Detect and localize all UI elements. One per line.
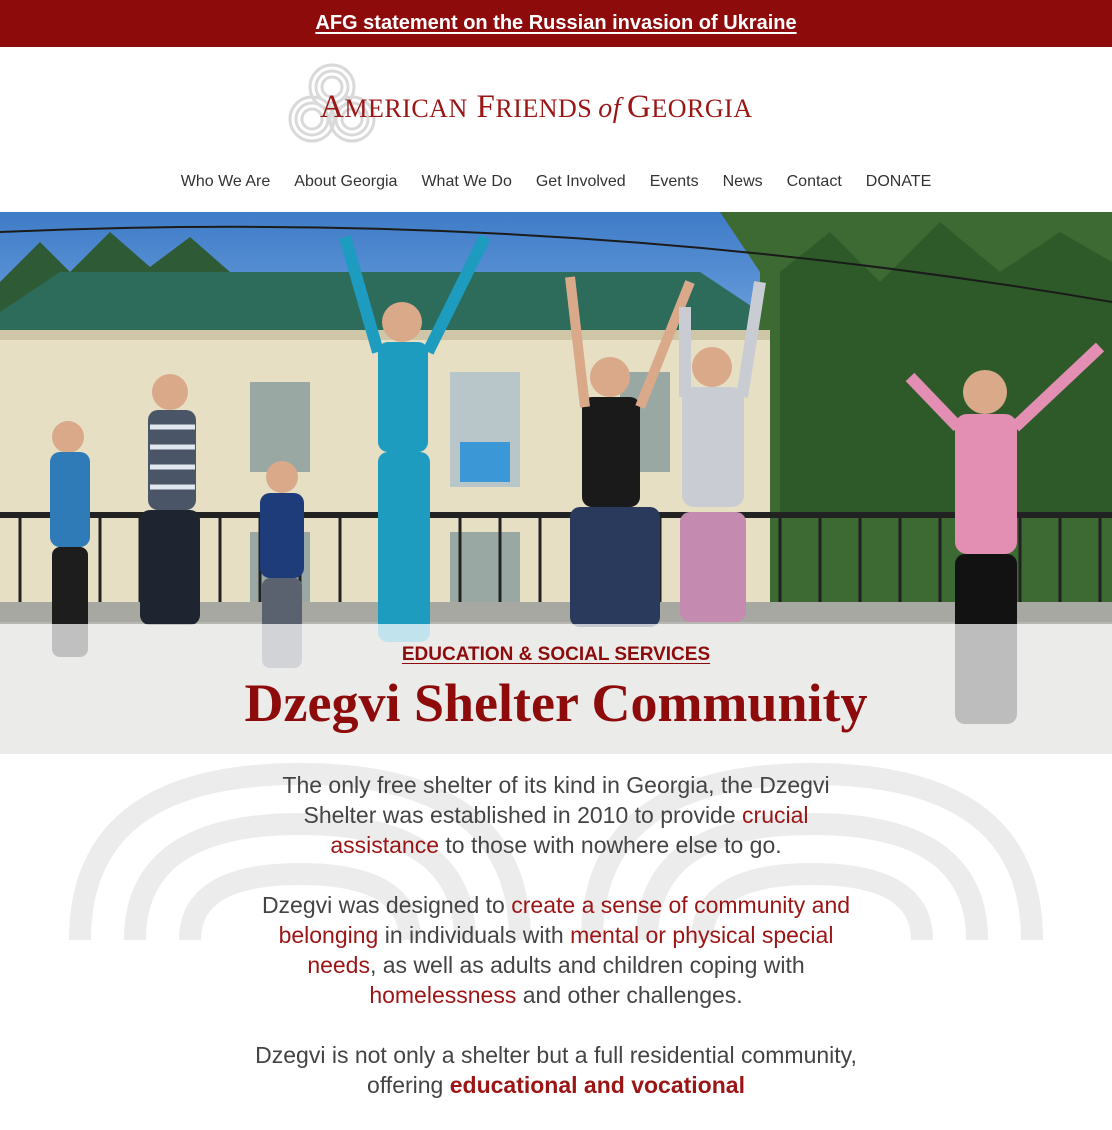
logo-wordmark: AMERICAN FRIENDS of GEORGIA bbox=[320, 88, 753, 125]
nav-donate[interactable]: DONATE bbox=[866, 168, 931, 196]
nav-what-we-do[interactable]: What We Do bbox=[421, 168, 511, 196]
nav-news[interactable]: News bbox=[723, 168, 763, 196]
nav-who-we-are[interactable]: Who We Are bbox=[181, 168, 271, 196]
site-logo[interactable]: AMERICAN FRIENDS of GEORGIA bbox=[282, 57, 822, 157]
intro-paragraph-3: Dzegvi is not only a shelter but a full … bbox=[255, 1042, 857, 1098]
category-link[interactable]: EDUCATION & SOCIAL SERVICES bbox=[0, 644, 1112, 666]
nav-contact[interactable]: Contact bbox=[787, 168, 842, 196]
nav-about-georgia[interactable]: About Georgia bbox=[294, 168, 397, 196]
nav-get-involved[interactable]: Get Involved bbox=[536, 168, 626, 196]
main-nav: Who We Are About Georgia What We Do Get … bbox=[0, 168, 1112, 196]
ukraine-statement-link[interactable]: AFG statement on the Russian invasion of… bbox=[315, 12, 796, 35]
site-header: AMERICAN FRIENDS of GEORGIA Who We Are Abo… bbox=[0, 47, 1112, 212]
intro-paragraph-1: The only free shelter of its kind in Geo… bbox=[282, 772, 830, 858]
nav-events[interactable]: Events bbox=[650, 168, 699, 196]
hero-section: EDUCATION & SOCIAL SERVICES Dzegvi Shelt… bbox=[0, 212, 1112, 754]
page-title: Dzegvi Shelter Community bbox=[244, 673, 868, 733]
intro-content: The only free shelter of its kind in Geo… bbox=[0, 770, 1112, 1130]
intro-paragraph-2: Dzegvi was designed to create a sense of… bbox=[261, 892, 851, 1008]
announcement-banner: AFG statement on the Russian invasion of… bbox=[0, 0, 1112, 47]
